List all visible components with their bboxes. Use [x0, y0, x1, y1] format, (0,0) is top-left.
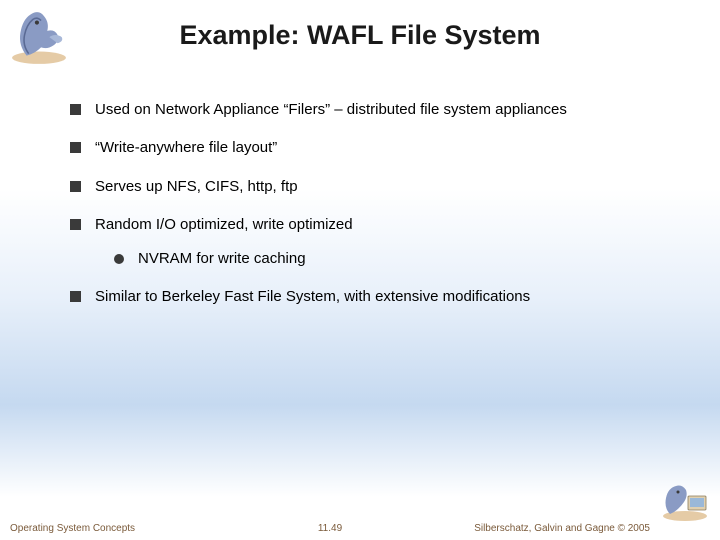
slide-title: Example: WAFL File System: [0, 20, 720, 51]
bullet-item: Serves up NFS, CIFS, http, ftp: [70, 177, 690, 197]
bullet-item: Similar to Berkeley Fast File System, wi…: [70, 287, 690, 307]
square-bullet-icon: [70, 181, 81, 192]
bullet-text: Used on Network Appliance “Filers” – dis…: [95, 100, 567, 120]
footer-copyright: Silberschatz, Galvin and Gagne © 2005: [474, 523, 650, 534]
bullet-item: Used on Network Appliance “Filers” – dis…: [70, 100, 690, 120]
mascot-bottom-icon: [658, 478, 712, 522]
bullet-text: “Write-anywhere file layout”: [95, 138, 277, 158]
footer-page-number: 11.49: [318, 523, 342, 534]
bullet-text: Serves up NFS, CIFS, http, ftp: [95, 177, 298, 197]
square-bullet-icon: [70, 219, 81, 230]
slide-content: Used on Network Appliance “Filers” – dis…: [70, 100, 690, 326]
bullet-text: Similar to Berkeley Fast File System, wi…: [95, 287, 530, 307]
bullet-item: Random I/O optimized, write optimized: [70, 215, 690, 235]
bullet-text: NVRAM for write caching: [138, 249, 306, 269]
square-bullet-icon: [70, 291, 81, 302]
slide-footer: Operating System Concepts 11.49 Silbersc…: [10, 523, 650, 534]
square-bullet-icon: [70, 104, 81, 115]
circle-bullet-icon: [114, 254, 124, 264]
bullet-item: “Write-anywhere file layout”: [70, 138, 690, 158]
footer-left: Operating System Concepts: [10, 523, 135, 534]
bullet-text: Random I/O optimized, write optimized: [95, 215, 353, 235]
square-bullet-icon: [70, 142, 81, 153]
sub-bullet-item: NVRAM for write caching: [114, 249, 690, 269]
